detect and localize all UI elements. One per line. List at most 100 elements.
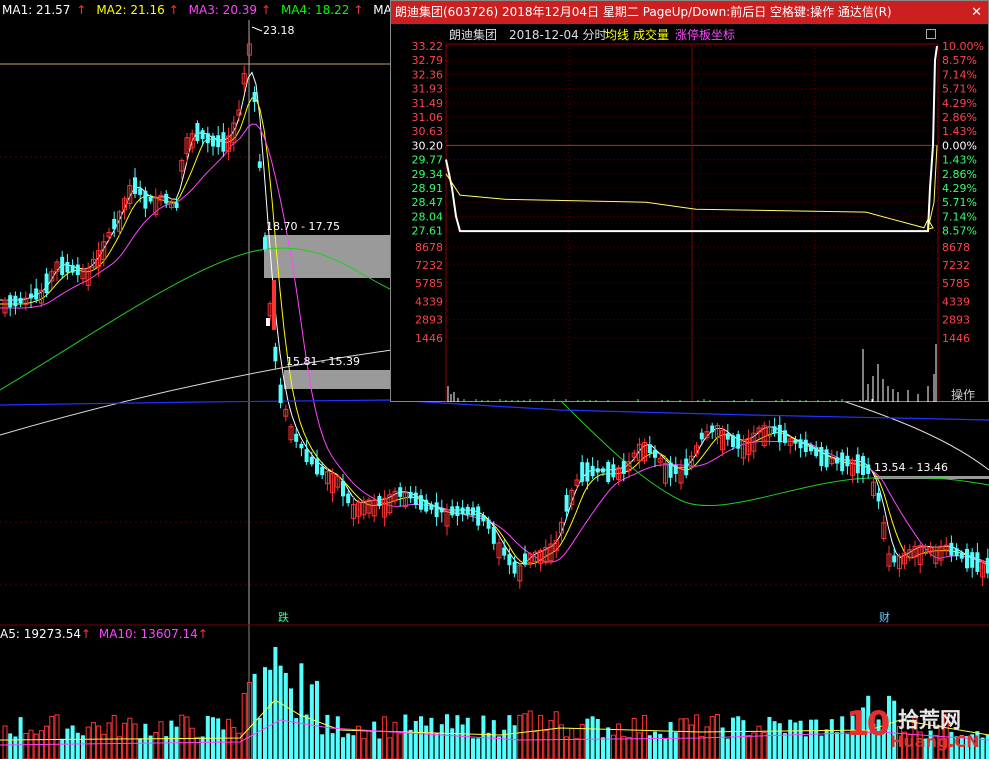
candle (731, 432, 735, 451)
volume-bar (179, 714, 185, 759)
vol-tick: 5785 (415, 277, 443, 290)
volume-bar (507, 715, 512, 759)
volume-bar (590, 716, 595, 759)
candle (970, 547, 975, 578)
stock-chart-window: 23.18 18.70 - 17.75 15.81 - 15.39 13.54 … (0, 0, 989, 759)
marker-fall[interactable]: 跌 (278, 610, 289, 624)
candle (662, 455, 668, 487)
candle (216, 125, 221, 155)
volume-bar (688, 724, 694, 759)
vol-tick-right: 7232 (942, 259, 970, 272)
candle (184, 132, 190, 163)
pct-tick: 0.00% (942, 139, 977, 152)
volume-bar (320, 734, 325, 759)
ma-legend: MA1: 21.57 ↑ MA2: 21.16 ↑ MA3: 20.39 ↑ MA4:… (2, 3, 434, 17)
volume-bar (783, 733, 787, 759)
candle (283, 404, 289, 422)
candle (54, 259, 60, 282)
volume-bar (96, 725, 102, 759)
candle (642, 438, 648, 465)
candle (324, 467, 330, 491)
candle (814, 441, 819, 459)
candle (928, 541, 934, 557)
candle (653, 445, 657, 468)
volume-bar (731, 717, 735, 759)
close-icon[interactable]: ✕ (971, 1, 982, 24)
volume-bar (532, 731, 538, 759)
candle (278, 377, 283, 409)
ma4-label: MA4: 18.22 (280, 3, 350, 17)
candle (106, 227, 112, 242)
intraday-chart[interactable]: 33.22 10.00% 32.79 8.57% 32.36 7.14% 31.93 5.71… (391, 22, 988, 402)
volume-bar (283, 672, 288, 759)
marker-finance[interactable]: 财 (879, 610, 890, 624)
volume-bar (315, 680, 319, 759)
volume-bar (346, 733, 351, 759)
candle (824, 445, 829, 471)
pct-tick: 1.43% (942, 154, 977, 167)
candle (975, 542, 980, 575)
volume-bar (90, 722, 96, 759)
volume-bar (153, 732, 159, 759)
volume-bar (200, 736, 205, 759)
ma1-label: MA1: 21.57 (2, 3, 71, 17)
watermark: 10 拾荒网 Huang.CN (846, 704, 986, 756)
candle (122, 196, 128, 220)
pct-tick: 1.43% (942, 125, 977, 138)
candle (377, 493, 382, 510)
vol-tick-right: 5785 (942, 277, 970, 290)
candle (465, 503, 470, 520)
volume-bar (366, 729, 372, 759)
volume-bar (408, 729, 413, 759)
candle (13, 291, 18, 315)
candle (304, 439, 309, 465)
candle (439, 499, 444, 523)
vol-tick: 4339 (415, 295, 443, 308)
volume-bar (289, 688, 293, 759)
volume-bar (642, 714, 648, 759)
intraday-popup[interactable]: 朗迪集团(603726) 2018年12月04日 星期二 PageUp/Down… (390, 0, 989, 402)
volume-bar (111, 715, 117, 759)
volume-bar (257, 717, 262, 759)
candle (688, 451, 694, 471)
candle (886, 545, 892, 572)
volume-bar (335, 716, 340, 759)
volume-bar (138, 738, 143, 759)
watermark-en: Huang.CN (890, 732, 980, 751)
volume-bar (814, 719, 819, 759)
volume-bar (397, 733, 403, 759)
volume-bar (658, 733, 663, 759)
volume-bar (434, 732, 439, 759)
candle (611, 457, 616, 481)
candle (761, 421, 767, 448)
candle (746, 429, 752, 463)
candle (798, 433, 803, 458)
volume-bar (538, 714, 544, 759)
volume-bar (403, 714, 408, 759)
volume-bar (840, 716, 845, 759)
volume-bar (169, 720, 174, 759)
price-tick: 29.77 (412, 154, 444, 167)
candle (138, 180, 143, 203)
volume-bar (325, 714, 330, 759)
gap-label-2: 15.81 - 15.39 (286, 355, 360, 368)
candle (507, 548, 512, 575)
volume-bar (341, 737, 345, 759)
volume-bar (683, 718, 689, 759)
volume-bar (122, 722, 128, 759)
volume-bar (23, 732, 29, 759)
volume-bar (601, 737, 605, 759)
candle (694, 441, 700, 458)
ma3-label: MA3: 20.39 (188, 3, 258, 17)
candle (211, 132, 215, 156)
candle (60, 251, 65, 279)
price-tick: 28.04 (412, 210, 444, 223)
operate-button[interactable]: 操作 (951, 386, 975, 403)
candle (714, 422, 720, 445)
price-tick: 31.49 (412, 97, 444, 110)
volume-bar (299, 663, 304, 759)
popup-title: 朗迪集团(603726) 2018年12月04日 星期二 PageUp/Down… (395, 5, 892, 19)
candle (49, 268, 55, 290)
candle (408, 486, 413, 503)
popup-titlebar[interactable]: 朗迪集团(603726) 2018年12月04日 星期二 PageUp/Down… (391, 1, 988, 24)
